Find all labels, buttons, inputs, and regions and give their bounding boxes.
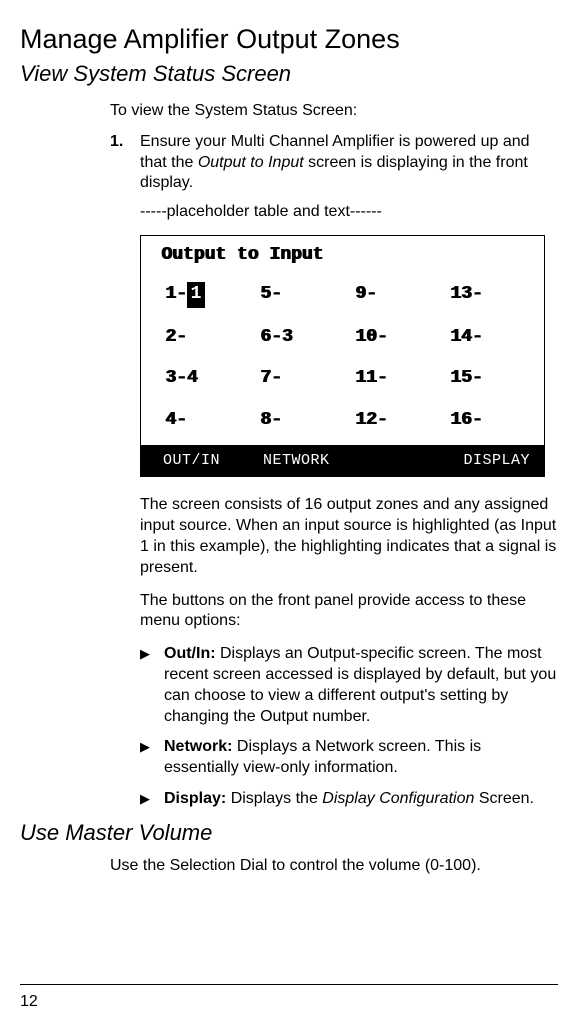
list-item-text-b: Screen.	[474, 790, 534, 807]
lcd-cell-4: 14-	[450, 326, 545, 349]
paragraph-buttons-intro: The buttons on the front panel provide a…	[140, 591, 558, 633]
lcd-cell-2: 5-	[260, 282, 355, 307]
list-item-body: Network: Displays a Network screen. This…	[164, 737, 558, 779]
list-item: ▶ Network: Displays a Network screen. Th…	[140, 737, 558, 779]
triangle-bullet-icon: ▶	[140, 737, 164, 779]
body-content-2: Use the Selection Dial to control the vo…	[110, 856, 558, 877]
section-master-volume: Use Master Volume	[20, 820, 558, 846]
lcd-title: Output to Input	[141, 236, 544, 271]
intro-text: To view the System Status Screen:	[110, 101, 558, 122]
lcd-footer-network: NETWORK	[263, 451, 463, 471]
list-item: ▶ Out/In: Displays an Output-specific sc…	[140, 644, 558, 727]
list-item-lead: Out/In:	[164, 645, 216, 662]
list-item-body: Display: Displays the Display Configurat…	[164, 789, 558, 810]
lcd-cell-2: 8-	[260, 409, 355, 432]
document-page: Manage Amplifier Output Zones View Syste…	[0, 0, 578, 1025]
lcd-cell-4: 13-	[450, 282, 545, 307]
lcd-cell-3: 11-	[355, 367, 450, 390]
list-item-lead: Display:	[164, 790, 226, 807]
lcd-cell-2: 6-3	[260, 326, 355, 349]
step-text-ital: Output to Input	[198, 154, 304, 171]
lcd-cell-1: 1-1	[165, 282, 260, 307]
lcd-footer-display: DISPLAY	[463, 451, 530, 471]
lcd-cell-1a: 1-	[165, 283, 187, 306]
body-content: To view the System Status Screen: 1. Ens…	[110, 101, 558, 810]
lcd-row: 3-4 7- 11- 15-	[165, 358, 544, 399]
list-item-lead: Network:	[164, 738, 232, 755]
lcd-cell-3: 9-	[355, 282, 450, 307]
lcd-row: 1-1 5- 9- 13-	[165, 273, 544, 316]
lcd-cell-1: 2-	[165, 326, 260, 349]
lcd-cell-3: 10-	[355, 326, 450, 349]
page-title: Manage Amplifier Output Zones	[20, 24, 558, 55]
placeholder-text: -----placeholder table and text------	[140, 202, 558, 223]
lcd-row: 2- 6-3 10- 14-	[165, 317, 544, 358]
list-item: ▶ Display: Displays the Display Configur…	[140, 789, 558, 810]
lcd-cell-1: 3-4	[165, 367, 260, 390]
lcd-cell-4: 15-	[450, 367, 545, 390]
lcd-cell-2: 7-	[260, 367, 355, 390]
lcd-row: 4- 8- 12- 16-	[165, 400, 544, 441]
lcd-highlight: 1	[187, 282, 206, 307]
lcd-footer: OUT/IN NETWORK DISPLAY	[141, 445, 544, 477]
step-text: Ensure your Multi Channel Amplifier is p…	[140, 132, 558, 194]
lcd-cell-4: 16-	[450, 409, 545, 432]
paragraph-zones-description: The screen consists of 16 output zones a…	[140, 495, 558, 578]
page-number: 12	[20, 993, 38, 1011]
triangle-bullet-icon: ▶	[140, 789, 164, 810]
section-subtitle: View System Status Screen	[20, 61, 558, 87]
lcd-cell-1: 4-	[165, 409, 260, 432]
lcd-screen: Output to Input 1-1 5- 9- 13- 2- 6-3 10-…	[140, 235, 545, 477]
step-number: 1.	[110, 132, 140, 194]
paragraph-master-volume: Use the Selection Dial to control the vo…	[110, 856, 558, 877]
menu-options-list: ▶ Out/In: Displays an Output-specific sc…	[140, 644, 558, 810]
lcd-body: 1-1 5- 9- 13- 2- 6-3 10- 14- 3-4 7-	[141, 271, 544, 445]
triangle-bullet-icon: ▶	[140, 644, 164, 727]
list-item-text-a: Displays the	[226, 790, 322, 807]
lcd-cell-3: 12-	[355, 409, 450, 432]
lcd-footer-outin: OUT/IN	[163, 451, 263, 471]
list-item-text: Displays an Output-specific screen. The …	[164, 645, 556, 724]
step-1: 1. Ensure your Multi Channel Amplifier i…	[110, 132, 558, 194]
footer-rule	[20, 984, 558, 985]
list-item-body: Out/In: Displays an Output-specific scre…	[164, 644, 558, 727]
list-item-ital: Display Configuration	[322, 790, 474, 807]
